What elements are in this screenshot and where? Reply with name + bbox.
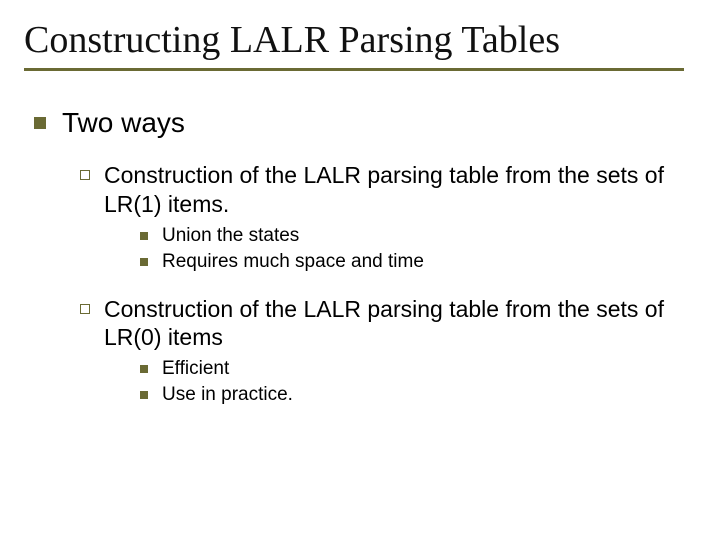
bullet-level3-text: Requires much space and time: [162, 251, 424, 273]
square-bullet-icon: [140, 365, 148, 373]
bullet-level3: Requires much space and time: [140, 251, 696, 273]
slide: Constructing LALR Parsing Tables Two way…: [0, 0, 720, 540]
bullet-level3-text: Efficient: [162, 358, 229, 380]
title-underline: [24, 68, 684, 71]
bullet-level3: Union the states: [140, 225, 696, 247]
bullet-level3-text: Use in practice.: [162, 384, 293, 406]
slide-title: Constructing LALR Parsing Tables: [24, 18, 696, 62]
bullet-level2-text: Construction of the LALR parsing table f…: [104, 295, 664, 353]
bullet-level2: Construction of the LALR parsing table f…: [80, 295, 696, 353]
bullet-level1-text: Two ways: [62, 107, 185, 139]
square-bullet-icon: [140, 258, 148, 266]
bullet-level2: Construction of the LALR parsing table f…: [80, 161, 696, 219]
bullet-level3: Use in practice.: [140, 384, 696, 406]
bullet-level1: Two ways: [34, 107, 696, 139]
bullet-level2-text: Construction of the LALR parsing table f…: [104, 161, 664, 219]
hollow-square-bullet-icon: [80, 170, 90, 180]
square-bullet-icon: [140, 391, 148, 399]
square-bullet-icon: [34, 117, 46, 129]
bullet-level3-text: Union the states: [162, 225, 299, 247]
bullet-level3: Efficient: [140, 358, 696, 380]
square-bullet-icon: [140, 232, 148, 240]
hollow-square-bullet-icon: [80, 304, 90, 314]
